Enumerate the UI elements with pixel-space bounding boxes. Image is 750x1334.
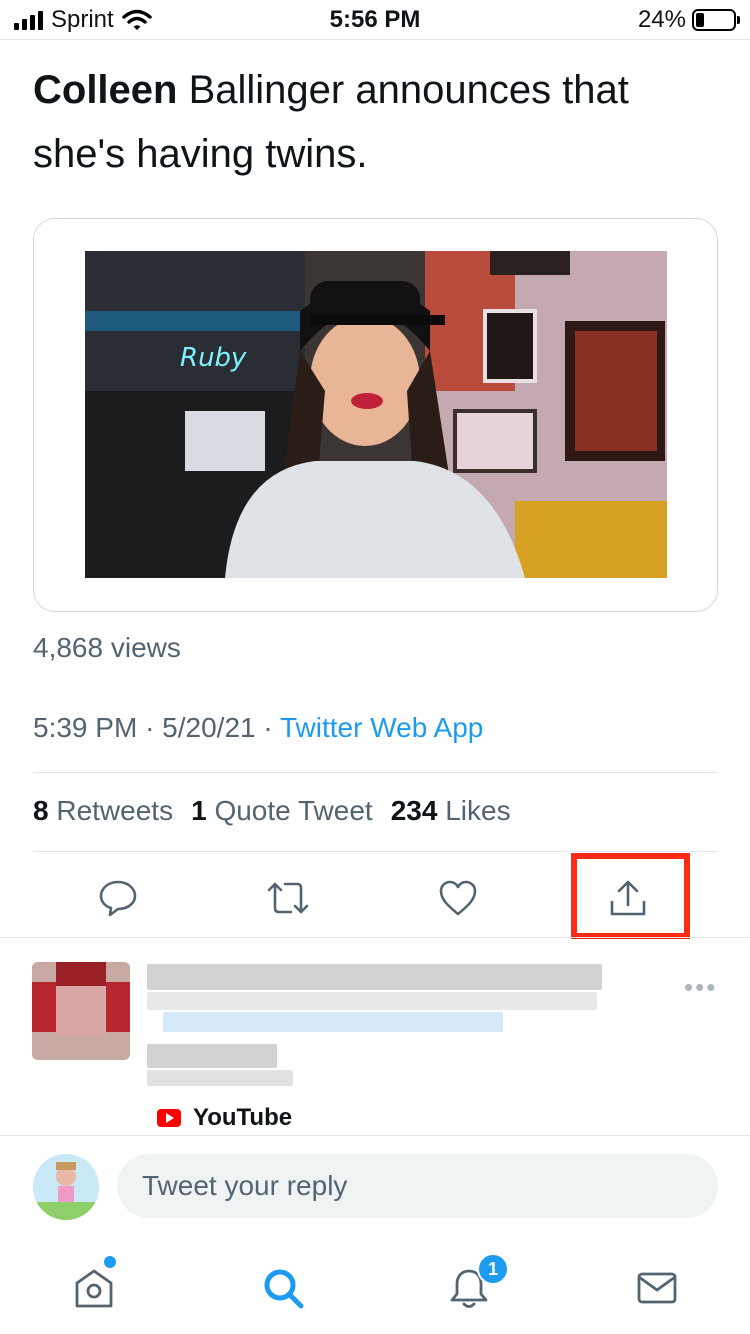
battery-info: 24% [637, 6, 740, 34]
likes-count: 234 [390, 795, 438, 826]
tab-search[interactable] [255, 1260, 311, 1316]
like-button[interactable] [428, 868, 488, 928]
svg-text:Ruby: Ruby [180, 343, 247, 373]
reply-button[interactable] [88, 868, 148, 928]
status-bar: Sprint 5:56 PM 24% [0, 0, 750, 40]
reply-text-redacted [147, 1070, 293, 1086]
reply-source[interactable]: YouTube [157, 1104, 292, 1132]
tweet-date: 5/20/21 [162, 712, 256, 743]
search-icon [264, 1269, 304, 1309]
tweet-text-bold: Colleen [33, 68, 178, 112]
reply-handle-redacted [147, 992, 597, 1010]
home-new-indicator [104, 1256, 116, 1268]
battery-percent: 24% [637, 6, 686, 33]
reply-composer [0, 1136, 750, 1236]
tab-messages[interactable] [629, 1260, 685, 1316]
heart-icon [439, 880, 477, 916]
more-options-icon[interactable]: ••• [684, 972, 717, 1003]
quotes-label: Quote Tweet [214, 795, 373, 826]
view-count: 4,868 views [33, 632, 181, 663]
retweets-label: Retweets [56, 795, 174, 826]
quotes-count: 1 [191, 795, 207, 826]
video-thumbnail[interactable]: Ruby [85, 251, 667, 578]
meta-separator: · [263, 712, 273, 743]
meta-separator: · [145, 712, 155, 743]
retweet-icon [267, 882, 309, 914]
home-icon [75, 1269, 113, 1308]
reply-text-redacted [147, 1044, 277, 1068]
youtube-icon [157, 1109, 181, 1127]
reply-mention-redacted [163, 1012, 503, 1032]
tab-home[interactable] [66, 1260, 122, 1316]
user-avatar[interactable] [33, 1154, 99, 1220]
retweet-button[interactable] [258, 868, 318, 928]
video-frame-illustration: Ruby [85, 251, 667, 578]
tweet-time: 5:39 PM [33, 712, 138, 743]
likes-stat[interactable]: 234 Likes [391, 795, 511, 827]
divider [33, 772, 718, 773]
tweet-meta: 5:39 PM · 5/20/21 · Twitter Web App [33, 712, 483, 744]
tweet-text: Colleen Ballinger announces that she's h… [33, 58, 713, 186]
battery-icon [692, 9, 740, 31]
reply-source-label: YouTube [193, 1104, 293, 1131]
likes-label: Likes [445, 795, 511, 826]
tweet-stats: 8 Retweets 1 Quote Tweet 234 Likes [33, 795, 511, 827]
divider [33, 851, 718, 852]
reply-icon [99, 880, 137, 917]
retweets-count: 8 [33, 795, 49, 826]
tab-bar: 1 [0, 1240, 750, 1334]
divider [0, 937, 750, 938]
media-card[interactable]: Ruby [33, 218, 718, 612]
retweets-stat[interactable]: 8 Retweets [33, 795, 173, 827]
reply-author-redacted [147, 964, 602, 990]
reply-tweet[interactable]: ••• YouTube [0, 940, 750, 1134]
mail-icon [637, 1272, 677, 1304]
notification-badge: 1 [477, 1253, 509, 1285]
share-highlight-box [571, 853, 690, 939]
quotes-stat[interactable]: 1 Quote Tweet [191, 795, 373, 827]
tweet-source-link[interactable]: Twitter Web App [280, 712, 483, 743]
avatar-illustration [33, 1154, 99, 1220]
reply-avatar[interactable] [32, 962, 130, 1060]
reply-input[interactable] [117, 1154, 718, 1218]
